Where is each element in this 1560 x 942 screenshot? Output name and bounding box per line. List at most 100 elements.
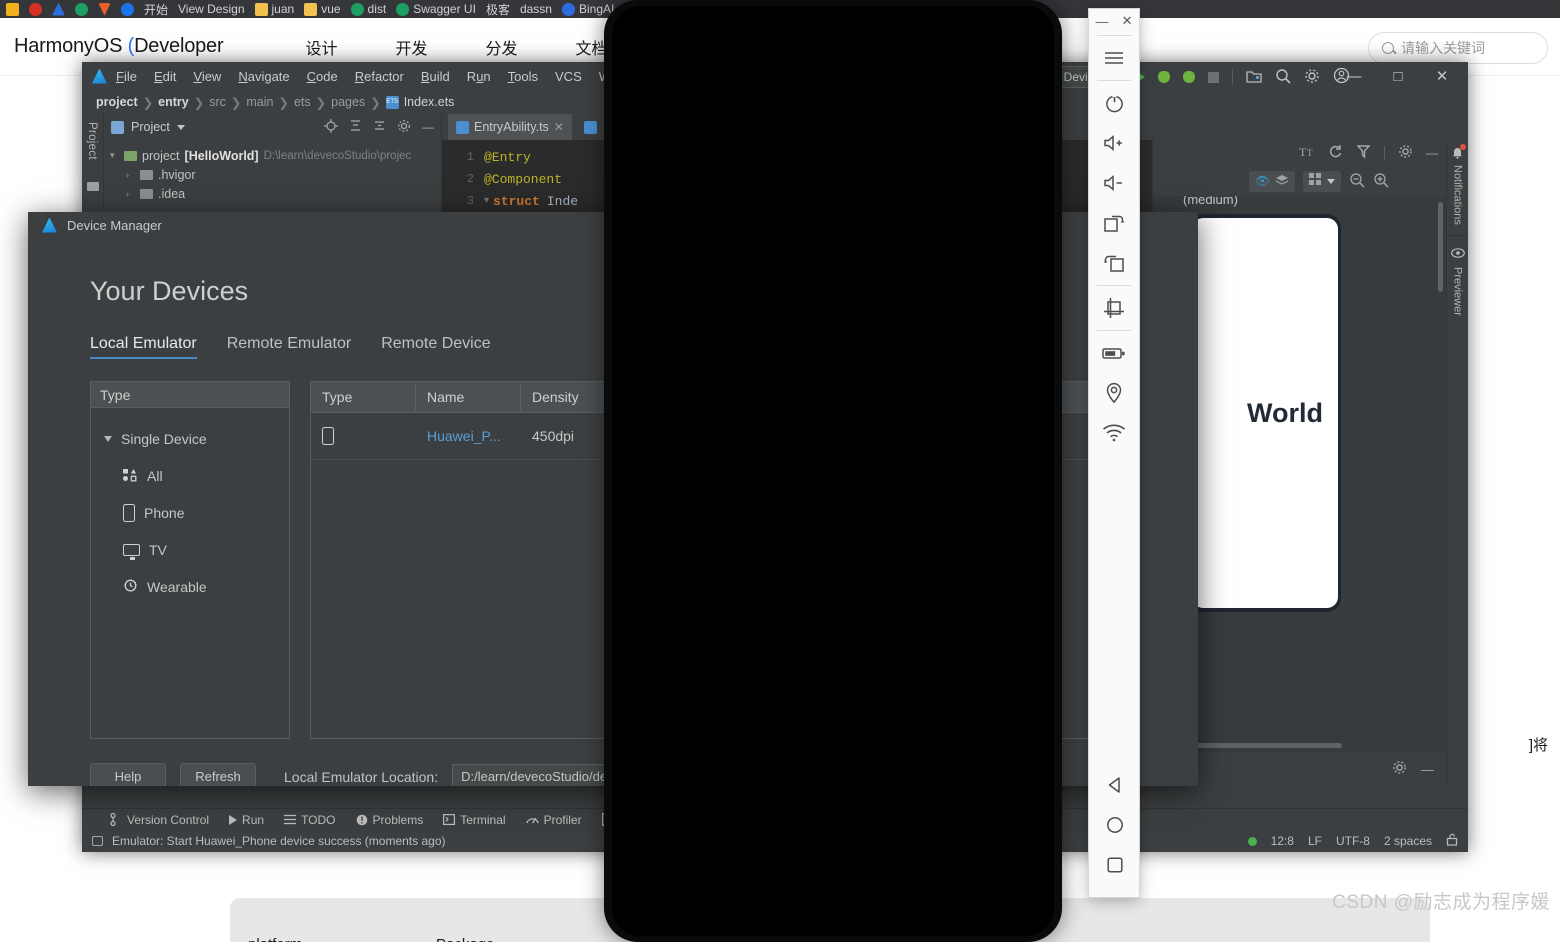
battery-icon[interactable]: [1088, 333, 1140, 373]
preview-mode-toggle[interactable]: 👁: [1249, 170, 1296, 192]
expand-all-icon[interactable]: [349, 119, 362, 135]
wifi-icon[interactable]: [1088, 413, 1140, 453]
minimize-icon[interactable]: —: [1096, 14, 1109, 29]
column-header-name[interactable]: Name: [416, 382, 521, 412]
bookmark-item[interactable]: [52, 2, 65, 16]
bookmark-item[interactable]: [29, 2, 42, 16]
chevron-down-icon[interactable]: ▾: [110, 150, 119, 161]
nav-item-docs[interactable]: 文档: [575, 35, 607, 59]
extended-controls-menu-icon[interactable]: [1088, 38, 1140, 78]
code-fold-icon[interactable]: ▾: [484, 195, 489, 207]
close-button[interactable]: ✕: [1420, 62, 1464, 90]
rotate-right-icon[interactable]: [1088, 203, 1140, 243]
previewer-settings-gear-icon[interactable]: [1398, 144, 1413, 162]
rotate-left-icon[interactable]: [1088, 243, 1140, 283]
type-node-wearable[interactable]: Wearable: [97, 568, 289, 605]
bookmark-item[interactable]: dassn: [520, 2, 552, 16]
chevron-right-icon[interactable]: ›: [126, 170, 135, 180]
cell-name[interactable]: Huawei_P...: [416, 428, 521, 444]
bookmark-item[interactable]: 开始: [144, 1, 168, 18]
nav-item-distribute[interactable]: 分发: [485, 35, 517, 59]
status-indent[interactable]: 2 spaces: [1384, 834, 1432, 848]
bookmark-item[interactable]: [6, 2, 19, 16]
status-caret-position[interactable]: 12:8: [1271, 834, 1294, 848]
bookmark-item[interactable]: [121, 2, 134, 16]
emulator-screen[interactable]: [612, 6, 1054, 936]
nav-item-develop[interactable]: 开发: [395, 35, 427, 59]
zoom-out-icon[interactable]: [1349, 172, 1365, 191]
bookmark-item[interactable]: vue: [304, 2, 341, 16]
breadcrumb-project[interactable]: project: [96, 95, 138, 109]
toolwindow-problems[interactable]: Problems: [356, 813, 423, 827]
maximize-button[interactable]: □: [1376, 62, 1420, 90]
project-structure-icon[interactable]: [1246, 69, 1262, 86]
type-node-all[interactable]: All: [97, 457, 289, 494]
lock-icon[interactable]: [1446, 833, 1458, 849]
column-header-type[interactable]: Type: [311, 382, 416, 412]
volume-up-icon[interactable]: [1088, 123, 1140, 163]
minimize-button[interactable]: —: [1332, 62, 1376, 90]
close-icon[interactable]: ✕: [1122, 13, 1133, 29]
site-logo[interactable]: HarmonyOS (Developer: [14, 35, 224, 58]
editor-tab-entryability[interactable]: EntryAbility.ts ✕: [448, 114, 572, 140]
menu-refactor[interactable]: Refactor: [355, 69, 404, 84]
breadcrumb-file[interactable]: ETS Index.ets: [385, 95, 454, 109]
breadcrumb-entry[interactable]: entry: [158, 95, 189, 109]
hide-panel-icon[interactable]: —: [422, 120, 434, 134]
tree-node-hvigor[interactable]: › .hvigor: [110, 165, 441, 184]
tree-node-project[interactable]: ▾ project [HelloWorld] D:\learn\devecoSt…: [110, 146, 441, 165]
chevron-right-icon[interactable]: ›: [126, 189, 135, 199]
menu-code[interactable]: Code: [307, 69, 338, 84]
search-everywhere-icon[interactable]: [1275, 68, 1291, 87]
attach-debugger-icon[interactable]: [1183, 71, 1195, 83]
home-icon[interactable]: [1089, 805, 1141, 845]
tab-remote-device[interactable]: Remote Device: [381, 335, 490, 359]
previewer-vertical-scrollbar[interactable]: [1438, 202, 1443, 292]
toolwindow-version-control[interactable]: Version Control: [110, 813, 209, 827]
font-size-icon[interactable]: TT: [1299, 145, 1315, 161]
type-node-single-device[interactable]: Single Device: [97, 420, 289, 457]
menu-navigate[interactable]: Navigate: [238, 69, 289, 84]
chevron-down-icon[interactable]: [176, 124, 185, 130]
toolwindow-run[interactable]: Run: [229, 813, 264, 827]
help-button[interactable]: Help: [90, 763, 166, 786]
breadcrumb-main[interactable]: main: [246, 95, 273, 109]
previewer-footer-hide-icon[interactable]: —: [1421, 762, 1434, 777]
type-node-phone[interactable]: Phone: [97, 494, 289, 531]
previewer-hide-icon[interactable]: —: [1426, 146, 1438, 160]
breadcrumb-src[interactable]: src: [209, 95, 226, 109]
menu-build[interactable]: Build: [421, 69, 450, 84]
stop-icon[interactable]: [1208, 71, 1219, 83]
refresh-button[interactable]: Refresh: [180, 763, 256, 786]
menu-edit[interactable]: Edit: [154, 69, 176, 84]
settings-gear-icon[interactable]: [1304, 68, 1320, 87]
editor-tab-index[interactable]: [575, 114, 605, 140]
menu-vcs[interactable]: VCS: [555, 69, 582, 84]
previewer-footer-gear-icon[interactable]: [1392, 760, 1407, 778]
tab-local-emulator[interactable]: Local Emulator: [90, 335, 197, 359]
locate-file-icon[interactable]: [324, 118, 338, 136]
structure-folder-icon[interactable]: [86, 181, 99, 191]
breadcrumb-ets[interactable]: ets: [294, 95, 311, 109]
bookmark-item[interactable]: Swagger UI: [396, 2, 476, 16]
recents-icon[interactable]: [1089, 845, 1141, 885]
debug-icon[interactable]: [1158, 71, 1170, 83]
status-line-separator[interactable]: LF: [1308, 834, 1322, 848]
project-panel-title[interactable]: Project: [131, 120, 170, 134]
bell-icon[interactable]: [1451, 144, 1466, 159]
site-search-box[interactable]: 请输入关键词: [1368, 32, 1548, 64]
screenshot-icon[interactable]: [1088, 288, 1140, 328]
volume-down-icon[interactable]: [1088, 163, 1140, 203]
menu-run[interactable]: Run: [467, 69, 491, 84]
status-encoding[interactable]: UTF-8: [1336, 834, 1370, 848]
bookmark-item[interactable]: [75, 2, 88, 16]
multi-device-dropdown[interactable]: [1303, 170, 1342, 192]
close-icon[interactable]: ✕: [554, 120, 564, 134]
location-icon[interactable]: [1088, 373, 1140, 413]
bookmark-item[interactable]: dist: [350, 2, 386, 16]
collapse-all-icon[interactable]: [373, 119, 386, 135]
bookmark-item[interactable]: 极客: [486, 1, 510, 18]
tab-remote-emulator[interactable]: Remote Emulator: [227, 335, 352, 359]
zoom-in-icon[interactable]: [1373, 172, 1389, 191]
panel-settings-gear-icon[interactable]: [397, 119, 411, 136]
